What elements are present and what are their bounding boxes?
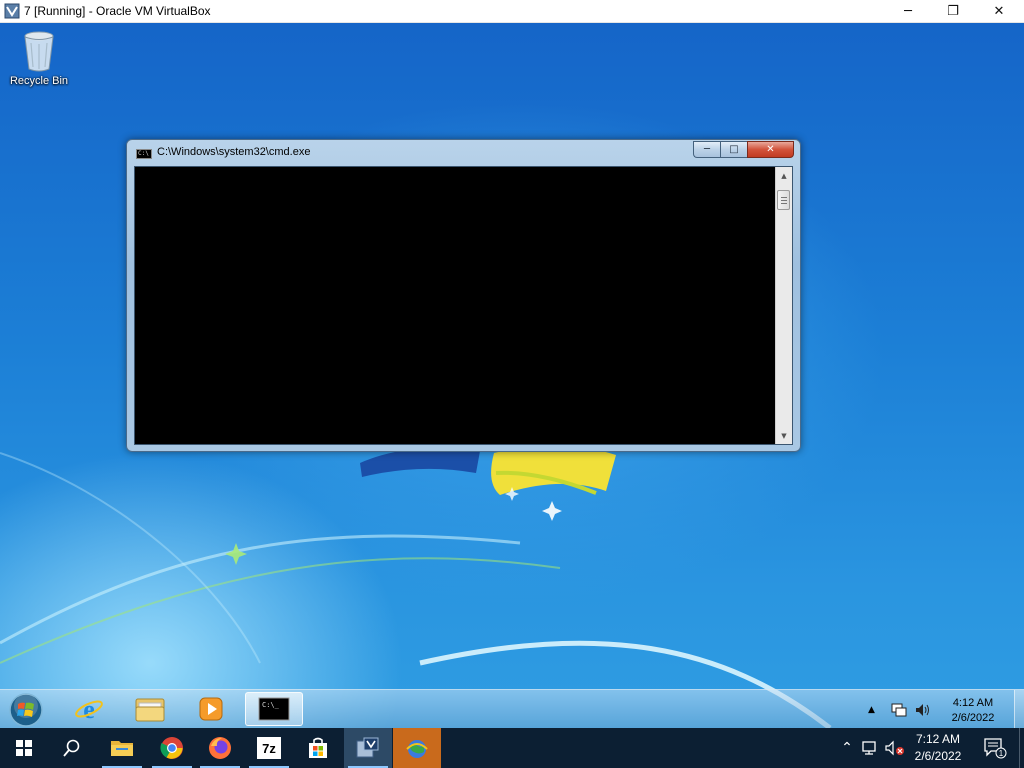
scroll-up-arrow-icon[interactable]: ▲ <box>776 167 792 184</box>
windows-explorer-icon <box>135 698 165 722</box>
cmd-minimize-button[interactable]: ─ <box>693 141 720 158</box>
cmd-titlebar[interactable]: C:\ C:\Windows\system32\cmd.exe ─ □ ✕ <box>127 140 800 166</box>
network-globe-icon <box>406 740 428 758</box>
host-tray-volume[interactable] <box>884 728 906 768</box>
host-titlebar: 7 [Running] - Oracle VM VirtualBox ─ ❐ ✕ <box>0 0 1024 23</box>
cmd-vertical-scrollbar[interactable]: ▲ ▼ <box>775 167 792 444</box>
guest-taskbar-cmd[interactable]: C:\_ <box>245 692 303 726</box>
cmd-maximize-button[interactable]: □ <box>720 141 747 158</box>
volume-icon <box>916 703 929 716</box>
host-taskbar-chrome[interactable] <box>148 728 196 768</box>
guest-tray-hidden-icons[interactable]: ▲ <box>868 690 875 728</box>
file-explorer-icon <box>111 741 133 756</box>
start-icon <box>16 740 32 756</box>
guest-show-desktop-button[interactable] <box>1014 690 1024 728</box>
host-clock-time: 7:12 AM <box>915 732 961 746</box>
notification-icon: 1 <box>984 738 1007 759</box>
microsoft-store-icon <box>309 737 327 758</box>
7zip-icon: 7z <box>257 737 281 759</box>
host-taskbar-firefox[interactable] <box>196 728 244 768</box>
host-tray-hidden-icons[interactable]: ⌃ <box>838 728 856 768</box>
firefox-icon <box>209 737 231 759</box>
internet-explorer-icon: e <box>75 695 103 724</box>
cmd-window-title: C:\Windows\system32\cmd.exe <box>157 146 311 158</box>
host-action-center-button[interactable]: 1 <box>980 728 1010 768</box>
host-window-title: 7 [Running] - Oracle VM VirtualBox <box>24 4 211 18</box>
svg-text:e: e <box>83 695 95 724</box>
media-player-icon <box>199 697 223 721</box>
cmd-window[interactable]: C:\ C:\Windows\system32\cmd.exe ─ □ ✕ ▲ … <box>126 139 801 452</box>
volume-muted-icon <box>885 740 904 756</box>
host-start-button[interactable] <box>0 728 48 768</box>
search-icon <box>63 739 80 757</box>
host-taskbar-virtualbox[interactable] <box>344 728 392 768</box>
scroll-down-arrow-icon[interactable]: ▼ <box>776 427 792 444</box>
host-clock[interactable]: 7:12 AM 2/6/2022 <box>905 731 971 765</box>
guest-tray-volume[interactable] <box>914 690 932 728</box>
show-hidden-icons-icon: ▲ <box>868 704 875 715</box>
cmd-icon: C:\_ <box>258 697 290 721</box>
host-minimize-button[interactable]: ─ <box>885 0 931 23</box>
cmd-close-button[interactable]: ✕ <box>747 141 794 158</box>
virtualbox-app-icon[interactable] <box>4 3 20 19</box>
cmd-icon[interactable]: C:\ <box>136 149 152 159</box>
show-hidden-icons-icon: ⌃ <box>841 740 853 756</box>
ethernet-icon <box>862 741 876 755</box>
host-clock-date: 2/6/2022 <box>914 749 962 763</box>
recycle-bin-label: Recycle Bin <box>9 75 69 87</box>
guest-clock-date: 2/6/2022 <box>951 712 995 724</box>
host-taskbar-network-app[interactable] <box>393 728 441 768</box>
host-taskbar-store[interactable] <box>294 728 342 768</box>
host-close-button[interactable]: ✕ <box>976 0 1022 23</box>
guest-taskbar-media-player[interactable] <box>182 692 240 726</box>
notification-count: 1 <box>999 749 1004 758</box>
cmd-taskbar-label: C:\_ <box>262 701 280 709</box>
guest-taskbar-ie[interactable]: e <box>60 692 118 726</box>
host-taskbar-file-explorer[interactable] <box>98 728 146 768</box>
guest-desktop[interactable]: Recycle Bin C:\ C:\Windows\system32\cmd.… <box>0 23 1024 728</box>
guest-taskbar: e C:\_ ▲ 4:12 AM 2/6/2022 <box>0 689 1024 728</box>
host-restore-button[interactable]: ❐ <box>930 0 976 23</box>
cmd-console-area[interactable]: ▲ ▼ <box>134 166 793 445</box>
cmd-caption-buttons: ─ □ ✕ <box>693 141 794 158</box>
7zip-label: 7z <box>262 741 276 756</box>
host-show-desktop-button[interactable] <box>1019 728 1024 768</box>
network-icon <box>891 703 907 716</box>
recycle-bin-icon <box>24 31 54 72</box>
virtualbox-icon <box>356 737 379 758</box>
host-taskbar: 7z ⌃ 7:12 AM 2/6/2022 1 <box>0 728 1024 768</box>
guest-taskbar-explorer[interactable] <box>121 692 179 726</box>
host-taskbar-7zip[interactable]: 7z <box>245 728 293 768</box>
guest-tray-network[interactable] <box>890 690 908 728</box>
windows7-start-orb-icon <box>9 692 43 727</box>
scroll-thumb[interactable] <box>777 190 790 210</box>
host-search-button[interactable] <box>48 728 96 768</box>
guest-start-button[interactable] <box>6 691 46 728</box>
chrome-icon <box>160 737 183 759</box>
desktop-icon-recycle-bin[interactable]: Recycle Bin <box>1 29 77 87</box>
guest-clock-time: 4:12 AM <box>952 697 994 709</box>
guest-clock[interactable]: 4:12 AM 2/6/2022 <box>940 696 1006 726</box>
host-tray-network[interactable] <box>860 728 882 768</box>
